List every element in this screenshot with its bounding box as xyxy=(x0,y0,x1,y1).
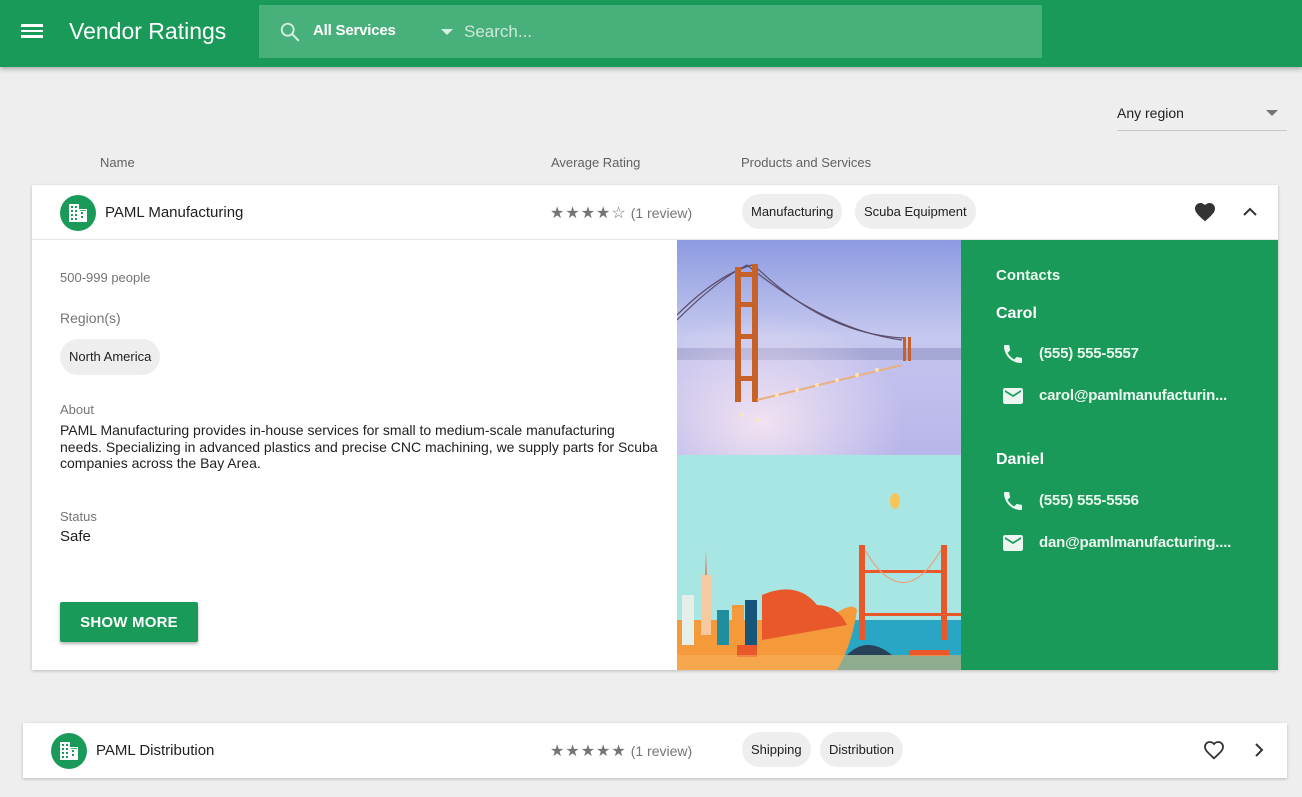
review-count: (1 review) xyxy=(630,743,693,759)
heart-filled-icon[interactable] xyxy=(1192,200,1218,224)
vendor-row[interactable]: PAML Manufacturing ★★★★☆ (1 review) Manuf… xyxy=(32,185,1278,240)
vendor-row[interactable]: PAML Distribution ★★★★★ (1 review) Shippi… xyxy=(23,723,1287,778)
about-label: About xyxy=(60,402,94,417)
search-bar: All Services xyxy=(259,5,1042,58)
status-value: Safe xyxy=(60,528,91,545)
region-filter-select[interactable]: Any region xyxy=(1117,100,1287,131)
san-francisco-illustration xyxy=(677,455,961,670)
service-chip[interactable]: Shipping xyxy=(742,732,811,767)
email-address: dan@pamlmanufacturing.... xyxy=(1039,534,1232,551)
company-size: 500-999 people xyxy=(60,270,151,285)
region-filter-value: Any region xyxy=(1117,105,1184,121)
chevron-right-icon[interactable] xyxy=(1250,741,1268,759)
chevron-up-icon[interactable] xyxy=(1241,203,1259,221)
email-icon xyxy=(1003,388,1023,404)
vendor-card-expanded: PAML Manufacturing ★★★★☆ (1 review) Manuf… xyxy=(32,185,1278,670)
column-header-products: Products and Services xyxy=(741,155,872,170)
star-rating: ★★★★★ xyxy=(550,743,627,760)
vendor-details: 500-999 people Region(s) North America A… xyxy=(32,240,677,670)
region-chip[interactable]: North America xyxy=(60,339,161,375)
building-icon xyxy=(60,195,96,231)
golden-gate-fog-photo xyxy=(677,240,961,455)
column-header-rating: Average Rating xyxy=(551,155,641,170)
about-text: PAML Manufacturing provides in-house ser… xyxy=(60,422,658,471)
regions-label: Region(s) xyxy=(60,310,121,326)
phone-number: (555) 555-5557 xyxy=(1039,345,1139,362)
chevron-down-icon xyxy=(1266,110,1278,116)
building-icon xyxy=(51,733,87,769)
phone-number: (555) 555-5556 xyxy=(1039,492,1139,509)
vendor-name: PAML Manufacturing xyxy=(105,204,244,221)
service-filter-select[interactable]: All Services xyxy=(313,22,396,39)
vendor-card-collapsed: PAML Distribution ★★★★★ (1 review) Shippi… xyxy=(23,723,1287,778)
email-icon xyxy=(1003,535,1023,551)
show-more-button[interactable]: SHOW MORE xyxy=(60,602,198,642)
column-header-name: Name xyxy=(100,155,135,170)
status-label: Status xyxy=(60,509,97,524)
rating: ★★★★☆ (1 review) xyxy=(550,203,692,223)
review-count: (1 review) xyxy=(630,205,693,221)
search-input[interactable] xyxy=(464,17,1024,47)
vendor-images xyxy=(677,240,961,670)
contact-name: Carol xyxy=(996,305,1037,322)
email-address: carol@pamlmanufacturin... xyxy=(1039,387,1228,404)
star-rating: ★★★★☆ xyxy=(550,205,627,222)
menu-icon[interactable] xyxy=(20,21,44,45)
service-chip[interactable]: Distribution xyxy=(820,732,904,767)
contact-name: Daniel xyxy=(996,451,1045,468)
rating: ★★★★★ (1 review) xyxy=(550,741,692,761)
contacts-title: Contacts xyxy=(996,267,1061,284)
vendor-name: PAML Distribution xyxy=(96,742,215,759)
service-chip[interactable]: Scuba Equipment xyxy=(855,194,976,229)
search-icon xyxy=(280,22,300,42)
app-title: Vendor Ratings xyxy=(69,18,227,44)
contacts-panel: Contacts Carol (555) 555-5557 carol@paml… xyxy=(961,240,1278,670)
phone-icon xyxy=(1004,492,1022,510)
phone-icon xyxy=(1004,345,1022,363)
chevron-down-icon[interactable] xyxy=(441,29,453,35)
app-bar: Vendor Ratings All Services xyxy=(0,0,1302,67)
service-chip[interactable]: Manufacturing xyxy=(742,194,843,229)
heart-outline-icon[interactable] xyxy=(1201,738,1227,762)
